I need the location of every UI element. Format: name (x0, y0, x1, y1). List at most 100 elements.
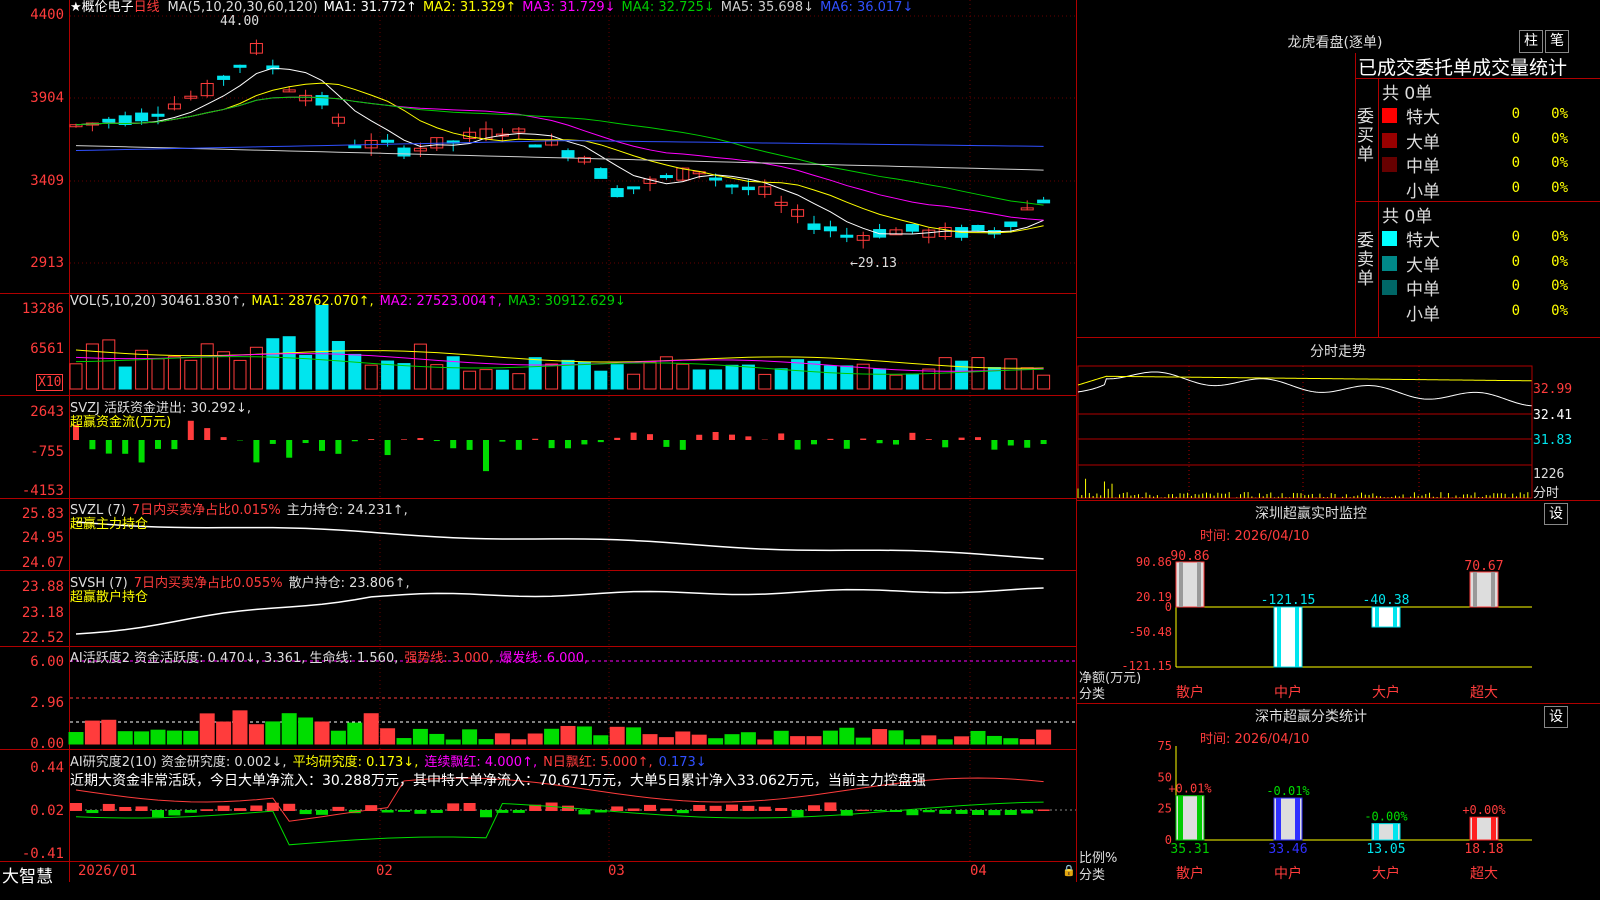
research-bar (201, 809, 214, 811)
ai2-ytick: 0.00 (30, 736, 64, 752)
candle (610, 188, 624, 198)
volume-bar (167, 356, 181, 390)
class-bar-shade (1276, 798, 1281, 840)
stock-name[interactable]: ★概伦电子 (70, 0, 134, 15)
volume-bar (922, 368, 936, 390)
order-count: 0 (1511, 130, 1520, 147)
sz-class-settings-button[interactable]: 设 (1544, 706, 1568, 728)
legend-item: MA6: 36.017↓ (820, 0, 914, 15)
volume-bar (233, 359, 247, 390)
sell-total: 共 0单 (1382, 207, 1433, 227)
lock-icon[interactable]: 🔒 (1062, 864, 1076, 877)
air-ytick: 0.02 (30, 803, 64, 819)
candle (151, 113, 165, 117)
class-ytick: 25 (1158, 802, 1172, 816)
legend-item: 爆发线: 6.000, (499, 651, 589, 666)
monitor-bar-shade (1277, 607, 1281, 667)
activity-bar (232, 710, 248, 745)
activity-bar (101, 719, 117, 745)
order-size-label: 大单 (1406, 255, 1440, 276)
order-count: 0 (1511, 106, 1520, 122)
order-count: 0 (1511, 302, 1520, 319)
volume-bar (840, 365, 854, 390)
monitor-bar-label: -121.15 (1261, 593, 1316, 608)
vol-ytick: 13286 (21, 301, 64, 317)
money-flow-bar (729, 434, 735, 440)
volume-bar (463, 370, 477, 390)
intraday-ytick: 31.83 (1533, 433, 1573, 448)
money-flow-bar (220, 437, 227, 440)
money-flow-bar (171, 440, 178, 450)
order-count: 0 (1511, 229, 1520, 245)
monitor-bar-label: 70.67 (1464, 559, 1503, 574)
candle (102, 118, 116, 123)
candle (1037, 199, 1051, 204)
class-ytick: 75 (1158, 739, 1172, 753)
svzl-ytick: 24.95 (21, 530, 64, 546)
monitor-bar-label: 90.86 (1170, 549, 1209, 564)
money-flow-bar (860, 438, 867, 440)
research-bar (906, 810, 919, 816)
candle (528, 144, 542, 148)
class-change-label: -0.00% (1364, 810, 1408, 824)
activity-bar (954, 736, 970, 745)
volume-bar (102, 339, 116, 390)
volume-bar (512, 373, 526, 390)
research-bar (627, 808, 640, 811)
intraday-frame (1077, 365, 1533, 499)
vol-ytick: 6561 (30, 341, 64, 357)
money-flow-bar (942, 440, 949, 448)
svzj-subtitle: 超赢资金流(万元) (70, 415, 172, 430)
monitor-ytick: 0 (1165, 600, 1172, 614)
money-flow-bar (778, 433, 785, 440)
legend-item: MA2: 27523.004↑, (379, 294, 502, 309)
dragon-label-border (1378, 78, 1379, 337)
candle (561, 150, 575, 158)
volume-bar (1004, 358, 1018, 390)
activity-bar (527, 733, 543, 745)
money-flow-bar (351, 440, 358, 442)
main-ytick: 4400 (30, 7, 64, 23)
monitor-bar-shade (1179, 562, 1183, 607)
candle (659, 175, 673, 179)
monitor-bar-shade (1197, 562, 1201, 607)
legend-item: 主力持仓: 24.231↑, (286, 503, 408, 518)
svsh-ytick: 23.18 (21, 605, 64, 621)
research-bar (808, 805, 820, 811)
candle (594, 168, 608, 179)
volume-bar (692, 369, 706, 390)
sz-monitor-time: 时间: 2026/04/10 (1200, 529, 1310, 544)
research-bar (922, 810, 935, 813)
tick-view-button[interactable]: 笔 (1545, 30, 1569, 53)
volume-bar (217, 351, 231, 390)
class-category: 超大 (1470, 866, 1498, 882)
volume-bar (758, 373, 772, 390)
bar-view-button[interactable]: 柱 (1519, 30, 1543, 53)
money-flow-bar (499, 440, 506, 442)
intraday-avg-line (1077, 375, 1532, 386)
volume-bar (807, 360, 821, 390)
volume-bar (184, 359, 198, 390)
research-bar (86, 810, 99, 814)
retail-holding-line (75, 587, 1044, 635)
order-count: 0 (1511, 155, 1520, 171)
activity-bar (265, 721, 281, 745)
money-flow-bar (548, 440, 555, 449)
monitor-bar-label: -40.38 (1363, 593, 1410, 608)
sz-monitor-settings-button[interactable]: 设 (1544, 503, 1568, 525)
candle (840, 234, 854, 238)
candle (725, 184, 739, 188)
volume-bar (889, 374, 903, 390)
volume-bar (659, 356, 673, 390)
monitor-category: 超大 (1470, 685, 1498, 701)
money-flow-bar (466, 440, 473, 450)
research-bar (283, 803, 296, 811)
period-label[interactable]: 日线 (134, 0, 160, 15)
class-value-label: 33.46 (1268, 842, 1307, 857)
activity-bar (134, 731, 150, 745)
volume-bar (118, 366, 132, 390)
intraday-vol-label: 分时 (1533, 486, 1560, 501)
legend-item: 强势线: 3.000, (404, 651, 494, 666)
class-bar-shade (1491, 817, 1496, 840)
intraday-ytick: 32.99 (1533, 382, 1573, 397)
